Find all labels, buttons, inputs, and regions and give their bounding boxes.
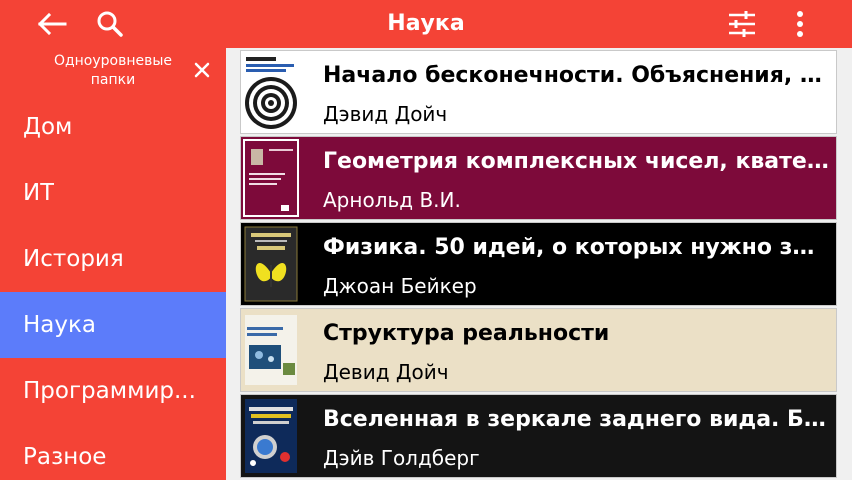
book-author: Джоан Бейкер [323,274,477,298]
sidebar-item-history[interactable]: История [0,226,226,292]
book-title: Геометрия комплексных чисел, кватер... [323,149,829,174]
sidebar-item-label: История [23,246,124,272]
sidebar-item-dom[interactable]: Дом [0,94,226,160]
sidebar-item-label: Дом [23,114,73,140]
book-title: Вселенная в зеркале заднего вида. Бы... [323,407,829,432]
more-button[interactable] [786,8,814,40]
sidebar: Одноуровневые папки Дом ИТ История Наука… [0,48,226,480]
close-icon [194,62,210,78]
sidebar-item-misc[interactable]: Разное [0,424,226,480]
sidebar-item-label: Разное [23,444,107,470]
book-row[interactable]: Вселенная в зеркале заднего вида. Бы... … [240,394,837,478]
book-list: Начало бесконечности. Объяснения, к... Д… [240,50,837,480]
book-cover [243,311,299,389]
book-row[interactable]: Начало бесконечности. Объяснения, к... Д… [240,50,837,134]
book-cover [243,225,299,303]
sidebar-item-label: ИТ [23,180,55,206]
back-button[interactable] [34,8,70,40]
book-cover [243,397,299,475]
book-cover [243,53,299,131]
sidebar-close-button[interactable] [190,58,214,82]
sliders-icon [729,11,755,37]
arrow-left-icon [37,13,67,35]
book-row[interactable]: Геометрия комплексных чисел, кватер... А… [240,136,837,220]
book-title: Физика. 50 идей, о которых нужно знать [323,235,829,260]
sidebar-item-programming[interactable]: Программир... [0,358,226,424]
search-button[interactable] [92,8,128,40]
sidebar-header: Одноуровневые папки [0,48,226,94]
book-title: Начало бесконечности. Объяснения, к... [323,63,829,88]
sidebar-item-label: Программир... [23,378,196,404]
sidebar-item-it[interactable]: ИТ [0,160,226,226]
filter-button[interactable] [724,8,760,40]
book-row[interactable]: Структура реальности Девид Дойч [240,308,837,392]
more-vertical-icon [797,11,803,37]
book-author: Дэйв Голдберг [323,446,480,470]
book-author: Дэвид Дойч [323,102,448,126]
book-cover [243,139,299,217]
book-author: Арнольд В.И. [323,188,461,212]
book-author: Девид Дойч [323,360,449,384]
app-bar: Наука [0,0,852,48]
sidebar-header-label: Одноуровневые папки [53,53,173,88]
sidebar-item-science[interactable]: Наука [0,292,226,358]
book-row[interactable]: Физика. 50 идей, о которых нужно знать Д… [240,222,837,306]
sidebar-item-label: Наука [23,312,96,338]
book-title: Структура реальности [323,321,610,346]
search-icon [97,11,123,37]
page-title: Наука [387,11,465,36]
